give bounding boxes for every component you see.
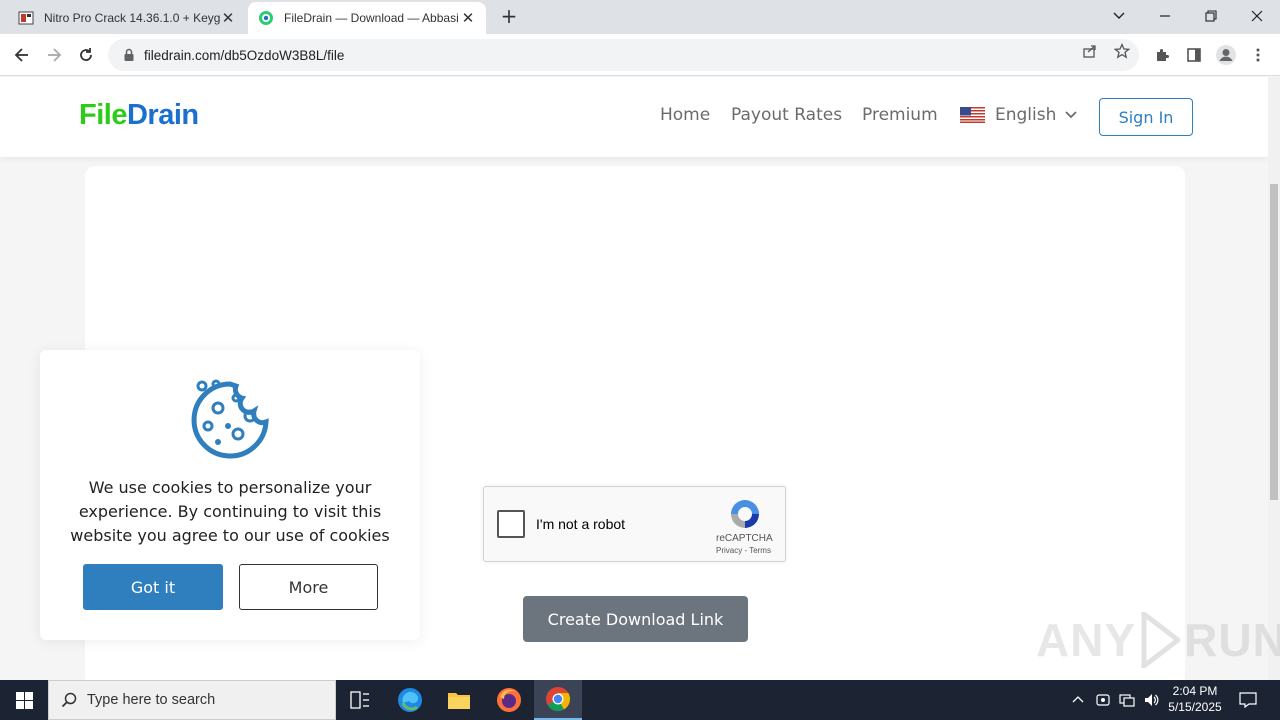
language-label: English [995, 105, 1057, 125]
side-panel-icon[interactable] [1182, 43, 1206, 67]
notification-center-icon[interactable] [1234, 680, 1262, 720]
url-text: filedrain.com/db5OzdoW3B8L/file [144, 47, 345, 63]
address-bar[interactable]: filedrain.com/db5OzdoW3B8L/file [108, 39, 1139, 71]
minimize-icon[interactable] [1142, 4, 1188, 28]
reload-icon[interactable] [74, 43, 98, 67]
tab-title: FileDrain — Download — Abbasi [284, 11, 459, 25]
recaptcha-label: I'm not a robot [536, 516, 626, 532]
close-window-icon[interactable] [1234, 4, 1280, 28]
close-icon[interactable]: ✕ [460, 9, 476, 27]
cookie-more-button[interactable]: More [239, 564, 378, 610]
watermark-text-run: RUN [1184, 614, 1280, 666]
play-triangle-icon [1141, 612, 1181, 668]
browser-tab-strip: Nitro Pro Crack 14.36.1.0 + Keygen ✕ Fil… [0, 0, 1280, 34]
browser-toolbar: filedrain.com/db5OzdoW3B8L/file [0, 34, 1280, 76]
chevron-down-icon [1065, 111, 1078, 119]
language-dropdown[interactable]: English [960, 105, 1078, 125]
recaptcha-logo-icon [731, 500, 759, 528]
tab-search-chevron-icon[interactable] [1096, 4, 1142, 28]
back-arrow-icon[interactable] [10, 43, 34, 67]
more-menu-icon[interactable] [1246, 43, 1270, 67]
search-placeholder: Type here to search [87, 692, 216, 708]
new-tab-button[interactable]: + [498, 6, 520, 28]
nav-premium-link[interactable]: Premium [862, 105, 938, 125]
profile-avatar-icon[interactable] [1214, 43, 1238, 67]
site-favicon-icon [18, 11, 34, 25]
recaptcha-widget: I'm not a robot reCAPTCHA Privacy - Term… [483, 486, 786, 562]
nav-home-link[interactable]: Home [660, 105, 710, 125]
cookie-message: We use cookies to personalize your exper… [70, 478, 390, 545]
filedrain-logo[interactable]: FileDrain [79, 99, 199, 132]
extensions-puzzle-icon[interactable] [1150, 43, 1174, 67]
tab-title: Nitro Pro Crack 14.36.1.0 + Keygen [44, 11, 220, 25]
firefox-icon[interactable] [485, 680, 533, 720]
recaptcha-privacy-terms-link[interactable]: Privacy - Terms [716, 546, 771, 555]
network-icon[interactable] [1116, 680, 1138, 720]
cookie-icon [191, 379, 269, 459]
show-hidden-icons-chevron-icon[interactable] [1068, 680, 1088, 720]
forward-arrow-icon[interactable] [42, 43, 66, 67]
edge-browser-icon[interactable] [386, 680, 434, 720]
us-flag-icon [960, 107, 985, 123]
search-icon [61, 692, 77, 708]
browser-tab-nitro[interactable]: Nitro Pro Crack 14.36.1.0 + Keygen ✕ [8, 2, 246, 34]
restore-icon[interactable] [1188, 4, 1234, 28]
volume-icon[interactable] [1140, 680, 1162, 720]
close-icon[interactable]: ✕ [220, 9, 236, 27]
taskbar-search-box[interactable]: Type here to search [48, 680, 336, 720]
sign-in-button[interactable]: Sign In [1099, 98, 1193, 136]
windows-taskbar: Type here to search 2:04 PM 5/15/2025 [0, 680, 1280, 720]
create-download-link-button[interactable]: Create Download Link [523, 596, 748, 642]
nav-payout-rates-link[interactable]: Payout Rates [731, 105, 842, 125]
lock-icon[interactable] [122, 48, 136, 62]
cookie-consent-popup: We use cookies to personalize your exper… [40, 350, 420, 640]
browser-tab-filedrain[interactable]: FileDrain — Download — Abbasi ✕ [248, 2, 486, 34]
logo-text-file: File [79, 99, 127, 131]
recaptcha-checkbox[interactable] [497, 510, 525, 538]
file-explorer-icon[interactable] [435, 680, 483, 720]
system-clock[interactable]: 2:04 PM 5/15/2025 [1162, 683, 1228, 715]
watermark-text-any: ANY [1036, 614, 1137, 666]
bookmark-star-icon[interactable] [1112, 41, 1132, 61]
share-icon[interactable] [1080, 41, 1100, 61]
chrome-icon[interactable] [534, 680, 582, 720]
clock-date: 5/15/2025 [1168, 700, 1222, 714]
windows-start-icon[interactable] [0, 680, 48, 720]
clock-time: 2:04 PM [1172, 684, 1218, 698]
filedrain-favicon-icon [259, 11, 273, 25]
task-view-icon[interactable] [336, 680, 384, 720]
site-header: FileDrain Home Payout Rates Premium Engl… [0, 77, 1268, 157]
page-scrollbar-thumb[interactable] [1270, 184, 1278, 500]
meet-now-icon[interactable] [1092, 680, 1114, 720]
recaptcha-brand: reCAPTCHA [716, 533, 773, 544]
logo-text-drain: Drain [126, 99, 199, 131]
anyrun-watermark: ANY RUN [1036, 612, 1280, 668]
cookie-accept-button[interactable]: Got it [83, 564, 223, 610]
